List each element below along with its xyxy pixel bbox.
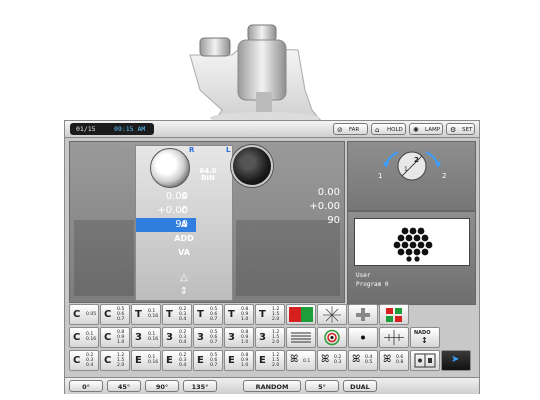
red-green-chart-button[interactable] <box>286 304 316 325</box>
rotate-left-label[interactable]: 1 <box>378 172 382 180</box>
chart-cell[interactable]: T 0.8 0.9 1.0 <box>224 304 254 325</box>
chart-cell[interactable]: E 0.2 0.3 0.4 <box>162 350 192 371</box>
butterfly-icon: ꕤ <box>352 354 361 365</box>
step-5-button[interactable]: 5° <box>305 380 339 392</box>
chart-cell[interactable]: C 0.8 0.9 1.0 <box>100 327 130 348</box>
chart-grid: C 0.05 C 0.5 0.6 0.7 T 0.1 0.16 T 0.2 0.3 0.4 T 0.… <box>69 304 473 372</box>
program-panel: User Program 0 <box>347 211 476 305</box>
butterfly-icon: ꕤ <box>321 354 330 365</box>
cross-chart-icon[interactable] <box>348 304 378 325</box>
right-eye-label: R <box>189 146 195 154</box>
phoropter-screen: 01/15 09:15 AM ⊘ FAR ⌂ HOLD ✺ LAMP ⚙ SET… <box>64 120 480 394</box>
pd-display[interactable]: 64.0 BIN <box>193 168 223 182</box>
target-chart-icon[interactable] <box>317 327 347 348</box>
sph-row[interactable]: 0.00 S <box>136 190 232 204</box>
cross-grid-chart-icon[interactable] <box>379 327 409 348</box>
right-eye-button[interactable] <box>150 148 190 188</box>
cyl-row[interactable]: +0.00 C <box>136 204 232 218</box>
astigmatism-fan-icon[interactable] <box>317 304 347 325</box>
random-button[interactable]: RANDOM <box>243 380 301 392</box>
gear-icon: ⚙ <box>450 126 457 134</box>
cyl-label: C <box>181 206 187 215</box>
chart-cell[interactable]: T 0.5 0.6 0.7 <box>193 304 223 325</box>
add-row[interactable]: ADD <box>136 232 232 246</box>
dual-button[interactable]: DUAL <box>343 380 377 392</box>
butterfly-chart-button[interactable]: ꕤ 0.4 0.5 <box>348 350 378 371</box>
lamp-icon: ✺ <box>413 126 419 134</box>
chart-cell[interactable]: 3 0.5 0.6 0.7 <box>193 327 223 348</box>
angle-45-button[interactable]: 45° <box>107 380 141 392</box>
axis-row[interactable]: 90 A <box>136 218 232 232</box>
chart-cell[interactable]: 3 0.1 0.16 <box>131 327 161 348</box>
chart-cell[interactable]: 3 1.2 1.5 2.0 <box>255 327 285 348</box>
datetime-display: 01/15 09:15 AM <box>70 123 154 135</box>
butterfly-chart-button[interactable]: ꕤ 0.6 0.8 <box>379 350 409 371</box>
lock-icon: ⌂ <box>375 126 380 134</box>
chart-cell[interactable]: C 0.1 0.16 <box>69 327 99 348</box>
chart-cell[interactable]: T 0.2 0.3 0.4 <box>162 304 192 325</box>
bottom-bar: 0° 45° 90° 135° RANDOM 5° DUAL <box>65 377 479 394</box>
refraction-area: R L 64.0 BIN 0.00 S +0.00 C 90 A ADD VA … <box>69 141 345 303</box>
time-label: 09:15 AM <box>114 125 146 133</box>
refraction-values-panel: R L 64.0 BIN 0.00 S +0.00 C 90 A ADD VA … <box>135 145 233 301</box>
updown-arrow-icon[interactable]: ⇕ <box>176 286 192 297</box>
chart-cell[interactable]: T 0.1 0.16 <box>131 304 161 325</box>
color-chart-icon[interactable] <box>379 304 409 325</box>
add-label: ADD <box>174 234 194 243</box>
user-label: User <box>356 272 371 279</box>
dial-number-lower: 1 <box>404 166 408 173</box>
chart-cell[interactable]: E 0.1 0.16 <box>131 350 161 371</box>
top-bar: 01/15 09:15 AM ⊘ FAR ⌂ HOLD ✺ LAMP ⚙ SET <box>65 121 479 138</box>
dial-number: 2 <box>414 156 419 164</box>
sph-label: S <box>181 192 187 201</box>
chart-cell[interactable]: C 0.05 <box>69 304 99 325</box>
program-label: Program 0 <box>356 281 389 288</box>
far-button[interactable]: ⊘ FAR <box>333 123 368 135</box>
rotate-right-label[interactable]: 2 <box>442 172 446 180</box>
play-arrow-icon: ➤ <box>451 354 460 365</box>
left-eye-button[interactable] <box>231 145 273 187</box>
chart-cell[interactable]: 3 0.2 0.3 0.4 <box>162 327 192 348</box>
chart-cell[interactable]: E 0.5 0.6 0.7 <box>193 350 223 371</box>
lens-icon: ⊘ <box>337 126 343 134</box>
butterfly-chart-button[interactable]: ꕤ 0.1 <box>286 350 316 371</box>
va-row[interactable]: VA <box>136 246 232 260</box>
cyl-left-value[interactable]: +0.00 <box>236 200 340 214</box>
chart-cell[interactable]: E 1.2 1.5 2.0 <box>255 350 285 371</box>
sph-left-value[interactable]: 0.00 <box>236 186 340 200</box>
dot-chart-icon[interactable] <box>348 327 378 348</box>
butterfly-icon: ꕤ <box>383 354 392 365</box>
angle-0-button[interactable]: 0° <box>69 380 103 392</box>
date-label: 01/15 <box>76 125 96 133</box>
chart-cell[interactable]: C 1.2 1.5 2.0 <box>100 350 130 371</box>
chart-preview <box>354 218 470 266</box>
va-label: VA <box>178 248 190 257</box>
chart-cell[interactable]: E 0.8 0.9 1.0 <box>224 350 254 371</box>
hold-button[interactable]: ⌂ HOLD <box>371 123 406 135</box>
split-chart-icon[interactable] <box>410 350 440 371</box>
next-page-button[interactable]: ➤ <box>441 350 471 371</box>
chart-cell[interactable]: T 1.2 1.5 2.0 <box>255 304 285 325</box>
rotation-panel: 2 1 1 2 <box>347 141 476 211</box>
butterfly-icon: ꕤ <box>290 354 299 365</box>
angle-135-button[interactable]: 135° <box>183 380 217 392</box>
axis-left-value[interactable]: 90 <box>236 214 340 228</box>
lamp-button[interactable]: ✺ LAMP <box>409 123 443 135</box>
butterfly-chart-button[interactable]: ꕤ 0.2 0.3 <box>317 350 347 371</box>
chart-cell[interactable]: 3 0.8 0.9 1.0 <box>224 327 254 348</box>
pd-mode: BIN <box>201 174 215 182</box>
chart-cell[interactable]: C 0.2 0.3 0.4 <box>69 350 99 371</box>
prism-icon[interactable]: △ <box>176 272 192 283</box>
left-eye-label: L <box>226 146 231 154</box>
chart-cell[interactable]: C 0.5 0.6 0.7 <box>100 304 130 325</box>
line-chart-icon[interactable] <box>286 327 316 348</box>
set-button[interactable]: ⚙ SET <box>446 123 475 135</box>
angle-90-button[interactable]: 90° <box>145 380 179 392</box>
dot-cluster-chart-icon <box>393 227 433 262</box>
axis-label: A <box>180 220 188 229</box>
nado-button[interactable]: NADO ↕ <box>410 327 440 348</box>
sort-icon: ↕ <box>421 336 428 345</box>
rotation-dial-graphic <box>383 151 441 181</box>
